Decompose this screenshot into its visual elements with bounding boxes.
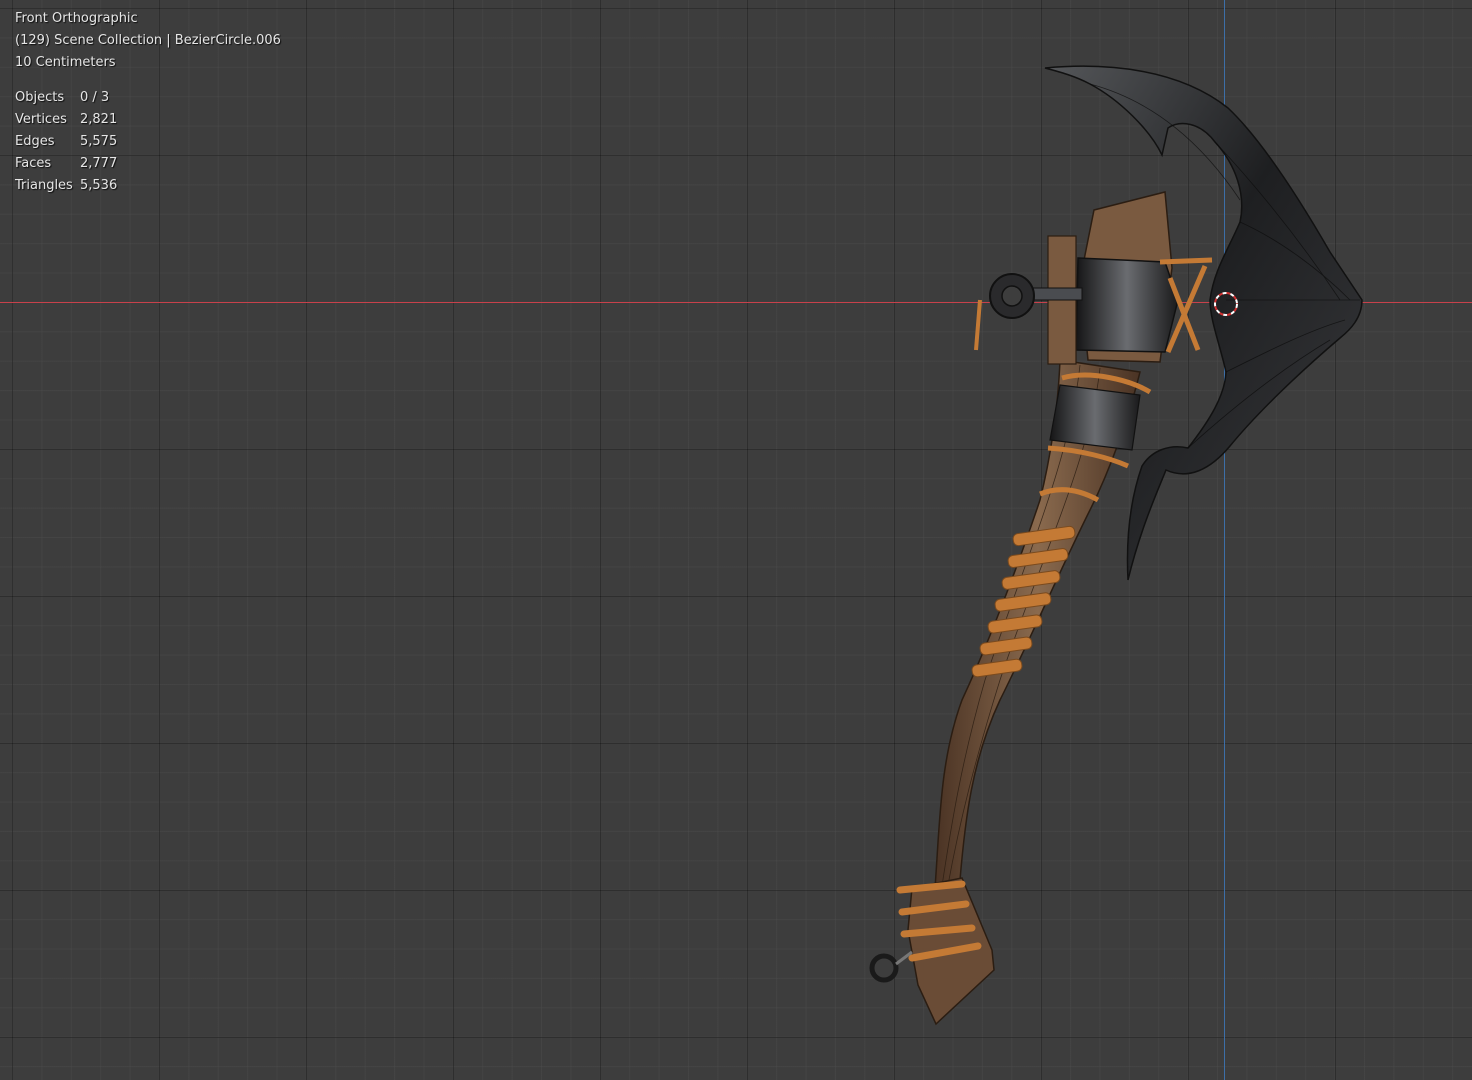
stat-label: Objects xyxy=(15,90,65,105)
3d-viewport[interactable]: Front Orthographic (129) Scene Collectio… xyxy=(0,0,1472,1080)
stat-value: 2,777 xyxy=(80,156,118,171)
stat-triangles: Triangles 5,536 xyxy=(15,175,281,197)
viewport-info-overlay: Front Orthographic (129) Scene Collectio… xyxy=(15,8,281,197)
stat-label: Faces xyxy=(15,156,52,171)
collection-info: (129) Scene Collection | BezierCircle.00… xyxy=(15,33,281,48)
stat-label: Edges xyxy=(15,134,55,149)
grid-scale: 10 Centimeters xyxy=(15,55,116,70)
stat-value: 5,536 xyxy=(80,178,118,193)
stat-value: 2,821 xyxy=(80,112,118,127)
metal-collar xyxy=(1049,384,1141,451)
side-peg xyxy=(974,235,1083,365)
stat-value: 5,575 xyxy=(80,134,118,149)
stat-label: Vertices xyxy=(15,112,67,127)
stat-objects: Objects 0 / 3 xyxy=(15,87,281,109)
view-name: Front Orthographic xyxy=(15,11,138,26)
stat-faces: Faces 2,777 xyxy=(15,153,281,175)
head-metal-band xyxy=(1075,257,1179,353)
stat-value: 0 / 3 xyxy=(80,90,110,105)
stat-label: Triangles xyxy=(15,178,73,193)
stats-panel: Objects 0 / 3 Vertices 2,821 Edges 5,575… xyxy=(15,87,281,197)
stat-edges: Edges 5,575 xyxy=(15,131,281,153)
pommel-ring xyxy=(869,950,913,983)
stat-vertices: Vertices 2,821 xyxy=(15,109,281,131)
